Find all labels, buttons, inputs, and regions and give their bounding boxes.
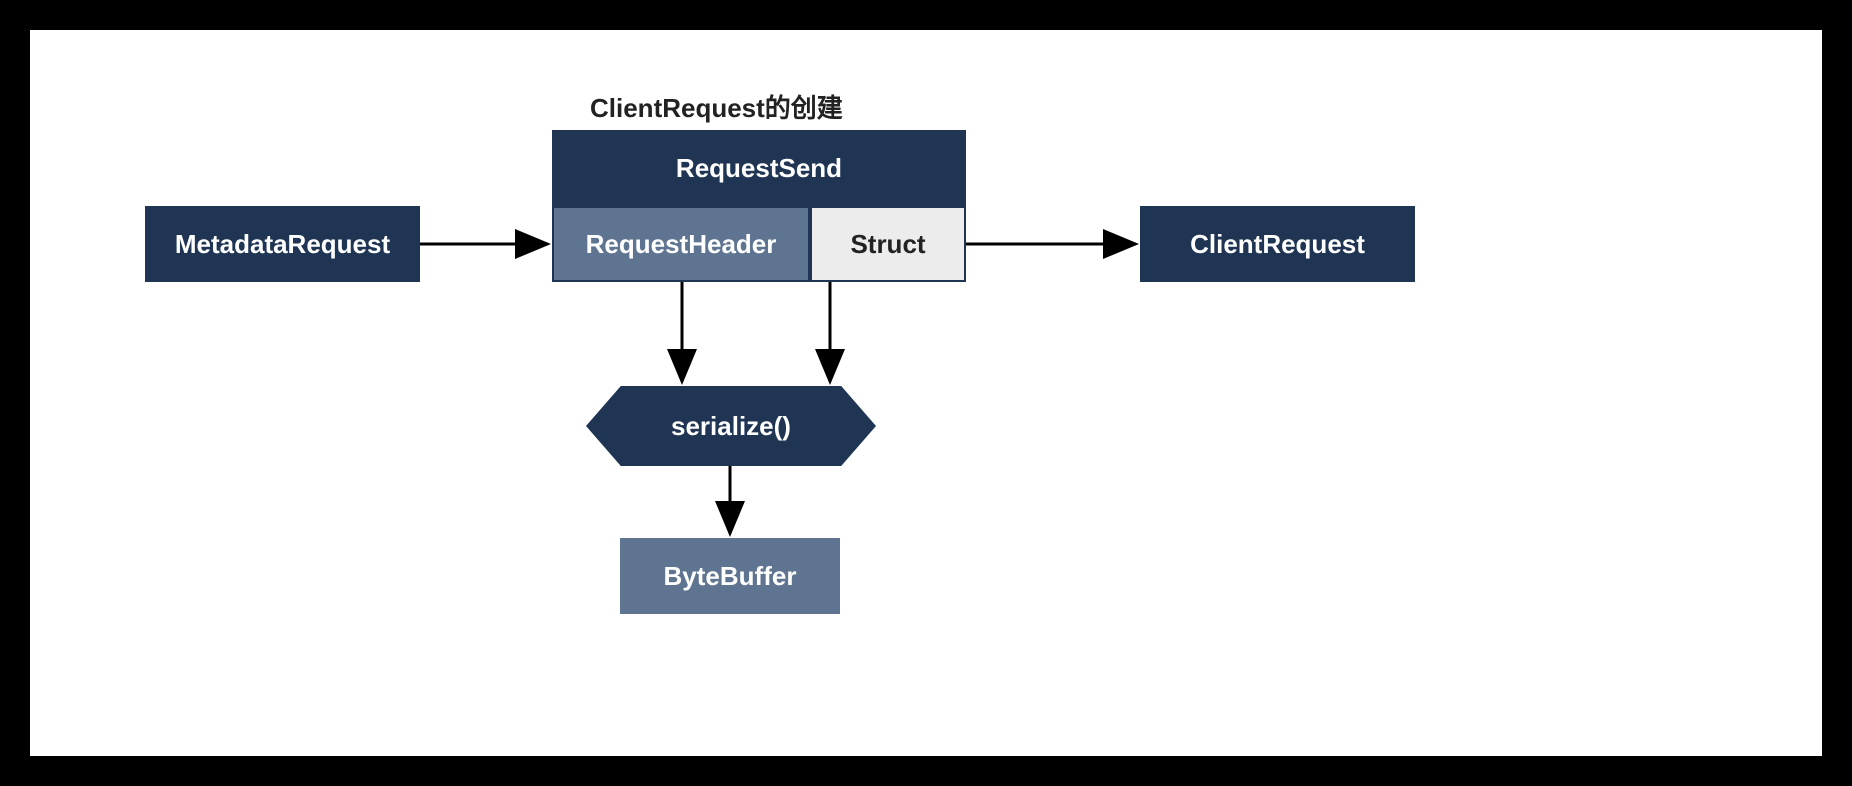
node-client-request: ClientRequest bbox=[1140, 206, 1415, 282]
node-serialize: serialize() bbox=[586, 386, 876, 466]
diagram-title: ClientRequest的创建 bbox=[590, 88, 843, 125]
node-byte-buffer: ByteBuffer bbox=[620, 538, 840, 614]
diagram-canvas: ClientRequest的创建 RequestSend RequestHead… bbox=[30, 30, 1822, 756]
node-request-header: RequestHeader bbox=[552, 206, 810, 282]
node-metadata-request: MetadataRequest bbox=[145, 206, 420, 282]
node-struct: Struct bbox=[810, 206, 966, 282]
node-request-send: RequestSend bbox=[552, 130, 966, 206]
